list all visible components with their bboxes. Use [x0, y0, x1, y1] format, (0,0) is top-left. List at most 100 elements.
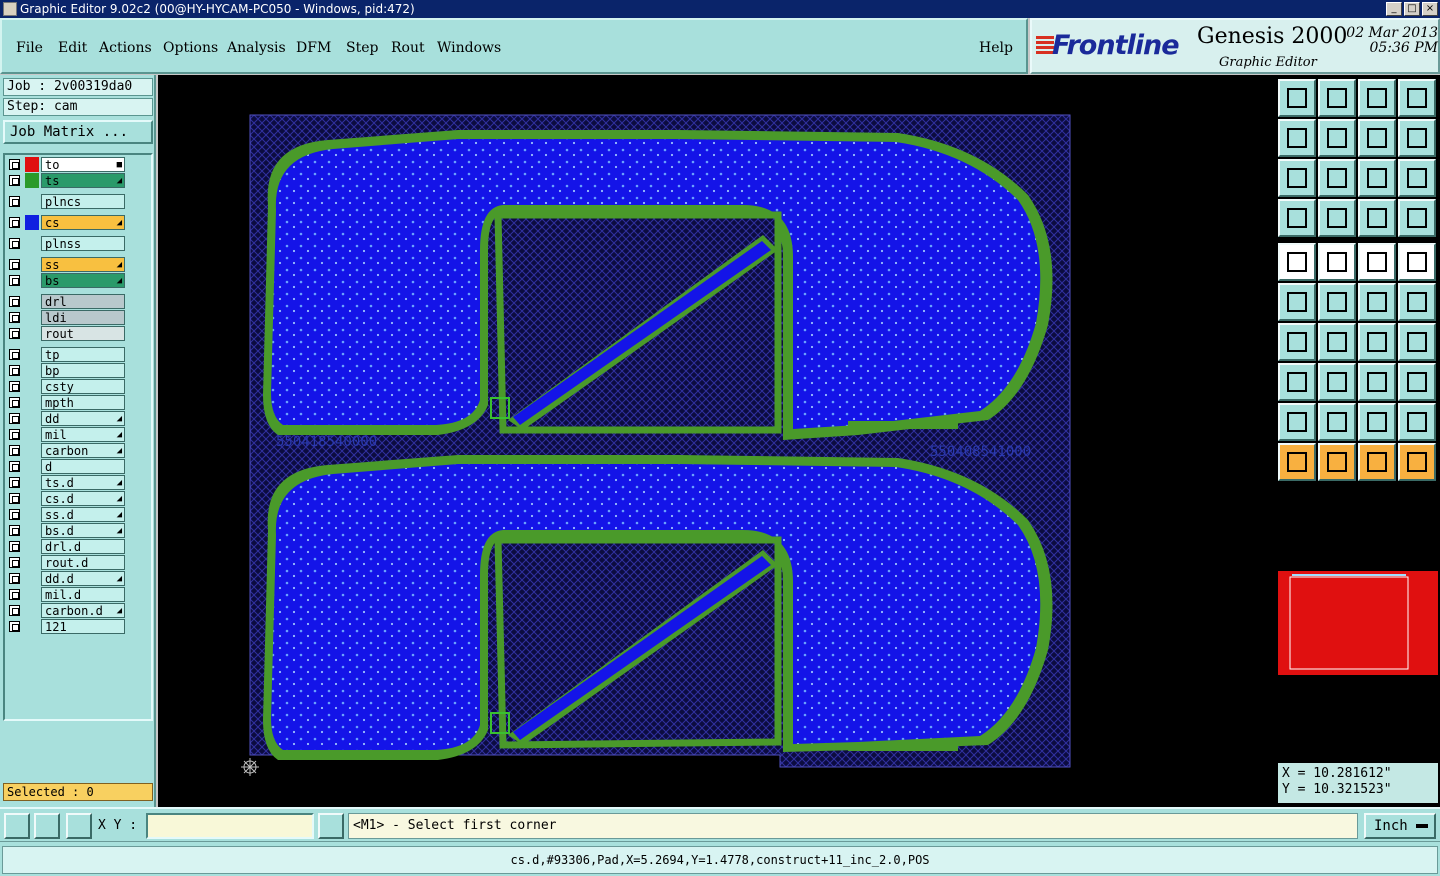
layer-name[interactable]: dd.d ◢: [41, 571, 125, 586]
menu-rout[interactable]: Rout: [391, 40, 425, 56]
layer-name[interactable]: dd ◢: [41, 411, 125, 426]
layer-checkbox[interactable]: [9, 477, 20, 488]
pan-right-icon[interactable]: [1318, 119, 1356, 157]
layer-checkbox[interactable]: [9, 589, 20, 600]
minimize-button[interactable]: _: [1386, 2, 1402, 16]
xy-input[interactable]: [146, 813, 314, 839]
layer-name[interactable]: drl: [41, 294, 125, 309]
layer-name[interactable]: mpth: [41, 395, 125, 410]
layer-checkbox[interactable]: [9, 381, 20, 392]
layer-name[interactable]: carbon ◢: [41, 443, 125, 458]
zoom-center-icon[interactable]: [1318, 159, 1356, 197]
menu-dfm[interactable]: DFM: [296, 40, 331, 56]
layer-row[interactable]: ldi: [7, 310, 125, 325]
layer-name[interactable]: ts.d ◢: [41, 475, 125, 490]
layer-checkbox[interactable]: [9, 217, 20, 228]
angle-line-icon[interactable]: [1278, 323, 1316, 361]
layer-row[interactable]: cs ◢: [7, 215, 125, 230]
layer-row[interactable]: mpth: [7, 395, 125, 410]
triangle-4-icon[interactable]: [1398, 403, 1436, 441]
save-icon[interactable]: [1318, 79, 1356, 117]
layer-name[interactable]: mil ◢: [41, 427, 125, 442]
zoom-fit-icon[interactable]: [1278, 159, 1316, 197]
layer-name[interactable]: cs.d ◢: [41, 491, 125, 506]
graphic-canvas[interactable]: 550418540000 550408541000: [158, 75, 1276, 807]
menu-actions[interactable]: Actions: [99, 40, 152, 56]
job-matrix-button[interactable]: Job Matrix ...: [3, 120, 153, 144]
layer-row[interactable]: rout: [7, 326, 125, 341]
layer-checkbox[interactable]: [9, 275, 20, 286]
pcb-view[interactable]: 550418540000 550408541000: [158, 75, 1276, 807]
zoom-1-2-icon[interactable]: [1358, 159, 1396, 197]
layer-row[interactable]: dd.d ◢: [7, 571, 125, 586]
layer-checkbox[interactable]: [9, 397, 20, 408]
line-blue-icon[interactable]: [1398, 283, 1436, 321]
measure-icon[interactable]: [1358, 363, 1396, 401]
snap-red-icon[interactable]: [1358, 199, 1396, 237]
layer-row[interactable]: plncs: [7, 194, 125, 209]
maximize-button[interactable]: □: [1404, 2, 1420, 16]
pad-icon[interactable]: [1398, 243, 1436, 281]
pointer-route-icon[interactable]: [1398, 443, 1436, 481]
layer-checkbox[interactable]: [9, 445, 20, 456]
minus-line-icon[interactable]: [1318, 363, 1356, 401]
connect-icon[interactable]: [1278, 283, 1316, 321]
menu-step[interactable]: Step: [346, 40, 378, 56]
layer-row[interactable]: rout.d: [7, 555, 125, 570]
layer-name[interactable]: to ■: [41, 157, 125, 172]
layer-row[interactable]: dd ◢: [7, 411, 125, 426]
layer-row[interactable]: drl.d: [7, 539, 125, 554]
redo-zoom-icon[interactable]: [1398, 119, 1436, 157]
menu-windows[interactable]: Windows: [437, 40, 501, 56]
layer-name[interactable]: d: [41, 459, 125, 474]
layer-name[interactable]: plnss: [41, 236, 125, 251]
layer-row[interactable]: carbon ◢: [7, 443, 125, 458]
layer-row[interactable]: bs ◢: [7, 273, 125, 288]
cross-icon[interactable]: [1318, 283, 1356, 321]
layer-row[interactable]: bp: [7, 363, 125, 378]
open-step-icon[interactable]: [1278, 79, 1316, 117]
zoom-area-icon[interactable]: [34, 813, 60, 839]
fill-mode-icon[interactable]: [1278, 243, 1316, 281]
menu-edit[interactable]: Edit: [58, 40, 87, 56]
layer-row[interactable]: cs.d ◢: [7, 491, 125, 506]
layer-checkbox[interactable]: [9, 312, 20, 323]
layer-name[interactable]: rout.d: [41, 555, 125, 570]
layer-name[interactable]: ss.d ◢: [41, 507, 125, 522]
triangle-2-icon[interactable]: [1318, 403, 1356, 441]
layer-checkbox[interactable]: [9, 461, 20, 472]
shapes-icon[interactable]: [1398, 363, 1436, 401]
menu-file[interactable]: File: [16, 40, 43, 56]
query-icon[interactable]: [1398, 159, 1436, 197]
close-button[interactable]: ×: [1422, 2, 1438, 16]
layer-name[interactable]: bp: [41, 363, 125, 378]
layer-checkbox[interactable]: [9, 557, 20, 568]
snap-red-2-icon[interactable]: [1398, 199, 1436, 237]
layer-name[interactable]: csty: [41, 379, 125, 394]
layer-checkbox[interactable]: [9, 429, 20, 440]
layer-row[interactable]: mil ◢: [7, 427, 125, 442]
layer-name[interactable]: ss ◢: [41, 257, 125, 272]
layer-row[interactable]: csty: [7, 379, 125, 394]
overview-map[interactable]: [1278, 571, 1438, 675]
pan-left-icon[interactable]: [1278, 119, 1316, 157]
layer-row[interactable]: carbon.d ◢: [7, 603, 125, 618]
layer-name[interactable]: drl.d: [41, 539, 125, 554]
layer-name[interactable]: ts ◢: [41, 173, 125, 188]
layer-checkbox[interactable]: [9, 573, 20, 584]
line-red-icon[interactable]: [1358, 283, 1396, 321]
pointer-box-icon[interactable]: [1318, 443, 1356, 481]
layer-checkbox[interactable]: [9, 328, 20, 339]
unit-select[interactable]: Inch: [1364, 813, 1436, 839]
pointer-icon[interactable]: [1278, 443, 1316, 481]
layer-checkbox[interactable]: [9, 413, 20, 424]
layer-checkbox[interactable]: [9, 365, 20, 376]
layer-name[interactable]: ldi: [41, 310, 125, 325]
layer-row[interactable]: tp: [7, 347, 125, 362]
layer-checkbox[interactable]: [9, 196, 20, 207]
tools-icon[interactable]: [1278, 199, 1316, 237]
arc-icon[interactable]: [1358, 323, 1396, 361]
layer-name[interactable]: plncs: [41, 194, 125, 209]
zoom-window-icon[interactable]: [4, 813, 30, 839]
layer-checkbox[interactable]: [9, 296, 20, 307]
